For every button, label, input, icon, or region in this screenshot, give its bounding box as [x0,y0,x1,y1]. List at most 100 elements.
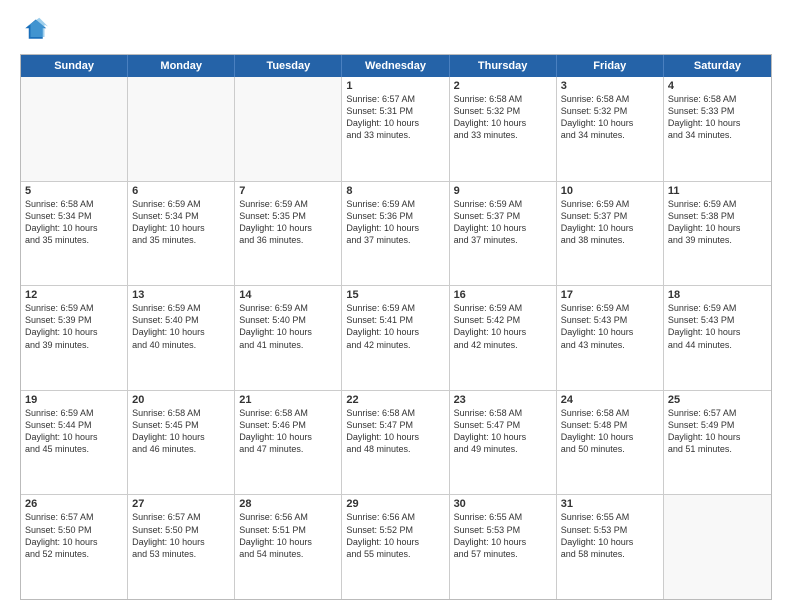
cell-line: Sunset: 5:32 PM [561,105,659,117]
cell-line: Sunrise: 6:59 AM [454,302,552,314]
calendar-cell: 24Sunrise: 6:58 AMSunset: 5:48 PMDayligh… [557,391,664,495]
cell-line: and 47 minutes. [239,443,337,455]
cell-line: Daylight: 10 hours [25,326,123,338]
cell-line: Sunset: 5:47 PM [346,419,444,431]
cell-line: Sunset: 5:51 PM [239,524,337,536]
cell-line: Sunset: 5:34 PM [132,210,230,222]
cell-line: Sunrise: 6:57 AM [346,93,444,105]
calendar-cell: 3Sunrise: 6:58 AMSunset: 5:32 PMDaylight… [557,77,664,181]
day-number: 7 [239,185,337,197]
cell-line: and 39 minutes. [668,234,767,246]
cell-line: Sunset: 5:41 PM [346,314,444,326]
day-number: 8 [346,185,444,197]
day-number: 26 [25,498,123,510]
cell-line: and 50 minutes. [561,443,659,455]
day-number: 28 [239,498,337,510]
cell-line: Sunrise: 6:58 AM [454,407,552,419]
cell-line: and 54 minutes. [239,548,337,560]
cell-line: and 35 minutes. [25,234,123,246]
day-number: 5 [25,185,123,197]
cell-line: Daylight: 10 hours [132,431,230,443]
calendar: SundayMondayTuesdayWednesdayThursdayFrid… [21,55,771,599]
cell-line: and 34 minutes. [561,129,659,141]
cell-line: Sunrise: 6:59 AM [454,198,552,210]
day-number: 11 [668,185,767,197]
calendar-row: 1Sunrise: 6:57 AMSunset: 5:31 PM Daylight… [21,77,771,182]
cell-line: Daylight: 10 hours [25,222,123,234]
cell-line: Daylight: 10 hours [346,326,444,338]
cell-line: Daylight: 10 hours [132,222,230,234]
cell-line: Sunrise: 6:58 AM [454,93,552,105]
cell-line: and 45 minutes. [25,443,123,455]
cell-line: Sunset: 5:31 PM [346,105,444,117]
calendar-cell: 2Sunrise: 6:58 AMSunset: 5:32 PMDaylight… [450,77,557,181]
day-number: 27 [132,498,230,510]
cell-line: Sunset: 5:37 PM [454,210,552,222]
calendar-cell: 14Sunrise: 6:59 AMSunset: 5:40 PMDayligh… [235,286,342,390]
cell-line: Sunrise: 6:59 AM [346,198,444,210]
cell-line: Daylight: 10 hours [454,222,552,234]
cell-line: and 41 minutes. [239,339,337,351]
cell-line: Daylight: 10 hours [25,431,123,443]
day-number: 23 [454,394,552,406]
cell-line: Daylight: 10 hours [454,536,552,548]
header-cell-saturday: Saturday [664,55,771,77]
cell-line: and 35 minutes. [132,234,230,246]
cell-line: and 57 minutes. [454,548,552,560]
cell-line: and 37 minutes. [346,234,444,246]
cell-line: and 42 minutes. [454,339,552,351]
calendar-cell: 31Sunrise: 6:55 AMSunset: 5:53 PMDayligh… [557,495,664,599]
calendar-cell: 25Sunrise: 6:57 AMSunset: 5:49 PMDayligh… [664,391,771,495]
day-number: 29 [346,498,444,510]
cell-line: and 46 minutes. [132,443,230,455]
cell-line: Daylight: 10 hours [239,222,337,234]
day-number: 25 [668,394,767,406]
calendar-container: SundayMondayTuesdayWednesdayThursdayFrid… [20,54,772,600]
cell-line: Sunset: 5:50 PM [25,524,123,536]
cell-line: Sunrise: 6:57 AM [668,407,767,419]
cell-line: Daylight: 10 hours [239,536,337,548]
cell-line: Sunrise: 6:58 AM [239,407,337,419]
cell-line: Sunrise: 6:55 AM [561,511,659,523]
cell-line: Sunrise: 6:59 AM [132,198,230,210]
cell-line: Sunrise: 6:57 AM [25,511,123,523]
day-number: 30 [454,498,552,510]
cell-line: Sunset: 5:36 PM [346,210,444,222]
calendar-body: 1Sunrise: 6:57 AMSunset: 5:31 PMDaylight… [21,77,771,599]
calendar-cell: 16Sunrise: 6:59 AMSunset: 5:42 PMDayligh… [450,286,557,390]
calendar-cell [21,77,128,181]
logo [20,16,52,44]
calendar-cell: 18Sunrise: 6:59 AMSunset: 5:43 PMDayligh… [664,286,771,390]
day-number: 16 [454,289,552,301]
cell-line: Sunset: 5:53 PM [454,524,552,536]
cell-line: Sunset: 5:45 PM [132,419,230,431]
cell-line: Sunrise: 6:59 AM [346,302,444,314]
calendar-row: 5Sunrise: 6:58 AMSunset: 5:34 PMDaylight… [21,182,771,287]
cell-line: Sunrise: 6:59 AM [25,302,123,314]
calendar-cell: 4Sunrise: 6:58 AMSunset: 5:33 PMDaylight… [664,77,771,181]
cell-line: Sunrise: 6:59 AM [239,198,337,210]
header-cell-tuesday: Tuesday [235,55,342,77]
header-cell-thursday: Thursday [450,55,557,77]
calendar-cell: 11Sunrise: 6:59 AMSunset: 5:38 PMDayligh… [664,182,771,286]
cell-line: Daylight: 10 hours [561,326,659,338]
cell-line: and 55 minutes. [346,548,444,560]
cell-line: Sunrise: 6:59 AM [668,302,767,314]
day-number: 1 [346,80,444,92]
cell-line: Daylight: 10 hours [668,431,767,443]
day-number: 10 [561,185,659,197]
cell-line: Daylight: 10 hours [132,326,230,338]
cell-line: Daylight: 10 hours [561,117,659,129]
calendar-cell: 28Sunrise: 6:56 AMSunset: 5:51 PMDayligh… [235,495,342,599]
header-cell-wednesday: Wednesday [342,55,449,77]
cell-line: and 51 minutes. [668,443,767,455]
cell-line: Sunset: 5:43 PM [561,314,659,326]
cell-line: Sunrise: 6:58 AM [561,93,659,105]
calendar-cell: 15Sunrise: 6:59 AMSunset: 5:41 PMDayligh… [342,286,449,390]
cell-line: and 33 minutes. [346,129,444,141]
calendar-cell [128,77,235,181]
calendar-cell: 9Sunrise: 6:59 AMSunset: 5:37 PMDaylight… [450,182,557,286]
cell-line: Sunset: 5:39 PM [25,314,123,326]
cell-line: Sunset: 5:32 PM [454,105,552,117]
cell-line: Sunrise: 6:55 AM [454,511,552,523]
